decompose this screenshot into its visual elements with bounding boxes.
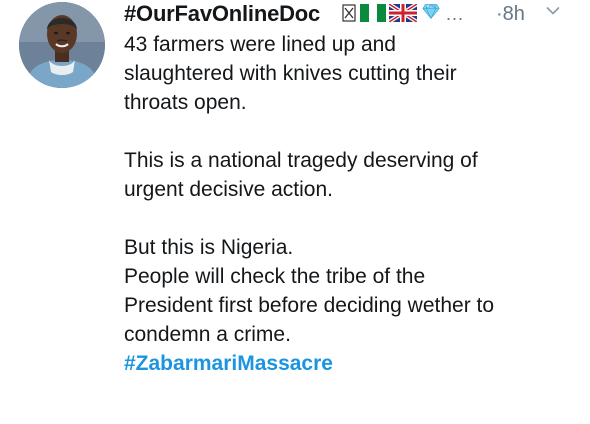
gem-icon xyxy=(422,4,440,20)
tweet-text-line: throats open. xyxy=(124,91,247,114)
avatar[interactable] xyxy=(19,2,105,88)
avatar-image xyxy=(19,2,105,88)
tweet-text-line: urgent decisive action. xyxy=(124,178,333,201)
nigeria-flag-icon xyxy=(360,4,386,22)
chevron-down-icon[interactable] xyxy=(546,6,560,16)
tweet-text-line: This is a national tragedy deserving of xyxy=(124,149,478,172)
tweet-text-line: President first before deciding wether t… xyxy=(124,294,495,317)
uk-flag-icon xyxy=(389,4,417,22)
hashtag-link[interactable]: #ZabarmariMassacre xyxy=(124,349,574,378)
tweet-text-line: slaughtered with knives cutting their xyxy=(124,62,457,85)
tweet-timestamp[interactable]: ·8h xyxy=(496,0,525,28)
tweet[interactable]: #OurFavOnlineDoc ... ·8h 43 farmers were… xyxy=(0,0,590,424)
display-name[interactable]: #OurFavOnlineDoc xyxy=(124,0,320,28)
tweet-text-line: condemn a crime. xyxy=(124,323,291,346)
tweet-text-line: But this is Nigeria. xyxy=(124,236,294,259)
tweet-header: #OurFavOnlineDoc ... ·8h xyxy=(124,0,574,28)
tweet-text-line: 43 farmers were lined up and xyxy=(124,33,396,56)
framed-x-icon xyxy=(342,4,356,22)
tweet-text-line: People will check the tribe of the xyxy=(124,265,426,288)
tweet-text: 43 farmers were lined up and slaughtered… xyxy=(124,30,574,378)
name-truncation: ... xyxy=(446,4,465,24)
